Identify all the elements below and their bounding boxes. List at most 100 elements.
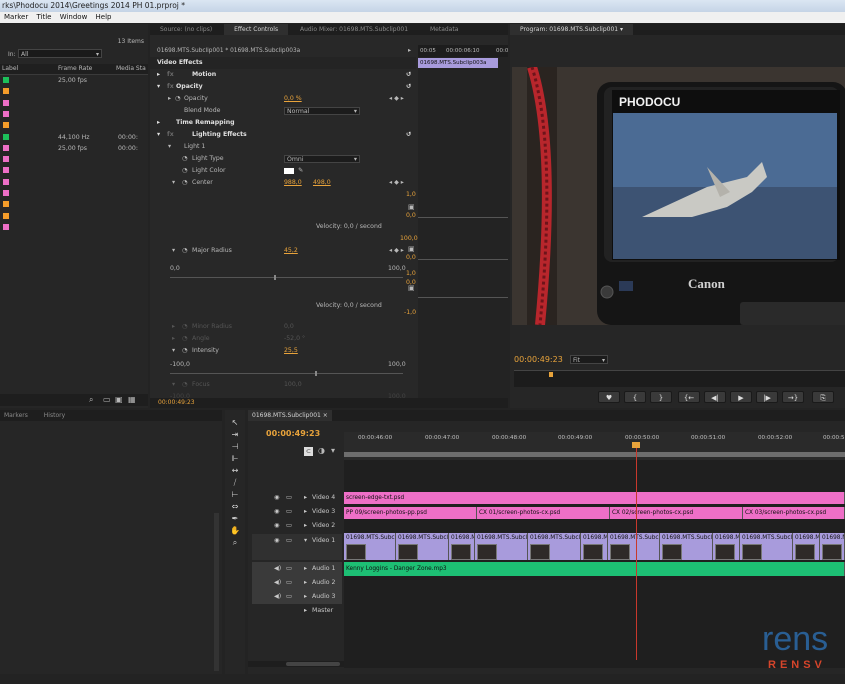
- new-item-icon[interactable]: ▣: [115, 395, 123, 404]
- track-header[interactable]: ◀) ▭ ▸ Audio 2: [252, 576, 342, 590]
- lock-icon[interactable]: ▭: [286, 534, 292, 548]
- tab-markers[interactable]: Markers: [0, 410, 32, 421]
- expand-track-icon[interactable]: ▾: [304, 534, 307, 548]
- project-row[interactable]: [0, 154, 148, 165]
- expand-track-icon[interactable]: ▸: [304, 519, 307, 533]
- opacity-header[interactable]: Opacity: [176, 81, 203, 93]
- v1-clip[interactable]: 01698.M: [793, 533, 820, 560]
- focus-value[interactable]: 100,0: [284, 379, 302, 391]
- fx-icon[interactable]: fx: [167, 129, 174, 141]
- v1-clip[interactable]: 01698.M: [713, 533, 740, 560]
- close-icon[interactable]: ×: [323, 412, 328, 419]
- expand-track-icon[interactable]: ▸: [304, 590, 307, 604]
- rolling-edit-tool-icon[interactable]: ⊩: [229, 454, 241, 464]
- in-dropdown[interactable]: All ▾: [18, 49, 102, 58]
- slip-tool-icon[interactable]: ⊢: [229, 490, 241, 500]
- v1-clip[interactable]: 01698.MTS.Subcl: [740, 533, 793, 560]
- menu-window[interactable]: Window: [60, 12, 88, 23]
- lock-icon[interactable]: ▭: [286, 562, 292, 576]
- stopwatch-icon[interactable]: ◔: [182, 165, 187, 177]
- fit-dropdown[interactable]: Fit ▾: [570, 355, 608, 364]
- project-row[interactable]: [0, 188, 148, 199]
- reset-icon[interactable]: ↺: [406, 69, 411, 81]
- v1-clip[interactable]: 01698.M: [581, 533, 608, 560]
- track-header[interactable]: ◉ ▭ ▸ Video 3: [252, 505, 342, 519]
- speaker-icon[interactable]: ◀): [274, 576, 281, 590]
- track-select-tool-icon[interactable]: ⇥: [229, 430, 241, 440]
- track-header[interactable]: ◉ ▭ ▸ Video 2: [252, 519, 342, 533]
- project-row[interactable]: 25,00 fps 00:00:: [0, 143, 148, 154]
- track-header[interactable]: ◉ ▭ ▸ Video 4: [252, 491, 342, 505]
- menu-help[interactable]: Help: [96, 12, 112, 23]
- triangle-icon[interactable]: ▸: [168, 93, 171, 105]
- tab-program[interactable]: Program: 01698.MTS.Subclip001 ▾: [510, 24, 634, 35]
- lock-icon[interactable]: ▭: [286, 576, 292, 590]
- lock-icon[interactable]: ▭: [286, 505, 292, 519]
- v1-clip[interactable]: 01698.MTS.Subcl: [528, 533, 581, 560]
- motion-label[interactable]: Motion: [192, 69, 216, 81]
- project-row[interactable]: [0, 177, 148, 188]
- project-row[interactable]: [0, 211, 148, 222]
- stopwatch-icon[interactable]: ◔: [182, 379, 187, 391]
- project-row[interactable]: 44,100 Hz 00:00:: [0, 132, 148, 143]
- reset-icon[interactable]: ↺: [406, 81, 411, 93]
- stopwatch-icon[interactable]: ◔: [182, 321, 187, 333]
- v3-clip[interactable]: CX 01/screen-photos-cx.psd: [477, 507, 610, 519]
- triangle-icon[interactable]: ▸: [172, 333, 175, 345]
- color-swatch[interactable]: [284, 168, 294, 174]
- column-media-start[interactable]: Media Sta: [116, 64, 146, 74]
- tab-sequence[interactable]: 01698.MTS.Subclip001 ×: [248, 410, 332, 421]
- search-icon[interactable]: ⌕: [89, 395, 93, 405]
- program-timecode[interactable]: 00:00:49:23: [514, 355, 563, 364]
- light-type-select[interactable]: Omni ▾: [284, 155, 360, 163]
- keyframe-nav-icon[interactable]: ◂ ◆ ▸: [389, 245, 404, 257]
- lighting-effects-header[interactable]: Lighting Effects: [192, 129, 247, 141]
- angle-value[interactable]: -52,0 °: [284, 333, 305, 345]
- expand-track-icon[interactable]: ▸: [304, 576, 307, 590]
- project-row[interactable]: [0, 86, 148, 97]
- project-row[interactable]: [0, 199, 148, 210]
- keyframe-nav-icon[interactable]: ◂ ◆ ▸: [389, 177, 404, 189]
- v3-clip[interactable]: CX 03/screen-photos-cx.psd: [743, 507, 845, 519]
- rate-stretch-tool-icon[interactable]: ↔: [229, 466, 241, 476]
- project-row[interactable]: 25,00 fps: [0, 75, 148, 86]
- playhead-handle[interactable]: [632, 442, 640, 448]
- razor-tool-icon[interactable]: ⧸: [229, 478, 241, 488]
- triangle-icon[interactable]: ▸: [157, 69, 160, 81]
- folder-icon[interactable]: ▭: [103, 395, 111, 404]
- triangle-icon[interactable]: ▾: [172, 245, 175, 257]
- stopwatch-icon[interactable]: ◔: [182, 245, 187, 257]
- pen-tool-icon[interactable]: ✒: [229, 514, 241, 524]
- menu-title[interactable]: Title: [36, 12, 51, 23]
- go-to-in-button[interactable]: {←: [678, 391, 700, 403]
- eye-icon[interactable]: ◉: [274, 491, 279, 505]
- timeline-h-scroll[interactable]: [286, 662, 340, 666]
- timeline-timecode[interactable]: 00:00:49:23: [266, 429, 320, 438]
- trash-icon[interactable]: ▦: [128, 395, 136, 404]
- menu-marker[interactable]: Marker: [4, 12, 28, 23]
- v1-clip[interactable]: 01698.M: [449, 533, 475, 560]
- v3-clip[interactable]: CX 02/screen-photos-cx.psd: [610, 507, 743, 519]
- triangle-icon[interactable]: ▾: [172, 177, 175, 189]
- step-forward-button[interactable]: |▶: [756, 391, 778, 403]
- hand-tool-icon[interactable]: ✋: [229, 526, 241, 536]
- export-frame-button[interactable]: ⎘: [812, 391, 834, 403]
- stopwatch-icon[interactable]: ◔: [182, 333, 187, 345]
- go-to-out-button[interactable]: →}: [782, 391, 804, 403]
- tab-audio-mixer[interactable]: Audio Mixer: 01698.MTS.Subclip001: [290, 24, 418, 35]
- center-x-value[interactable]: 988,0: [284, 177, 302, 189]
- fx-icon[interactable]: fx: [167, 81, 174, 93]
- effect-footer-timecode[interactable]: 00:00:49:23: [158, 398, 195, 408]
- stopwatch-icon[interactable]: ◔: [175, 93, 180, 105]
- tab-history[interactable]: History: [34, 410, 75, 421]
- zoom-tool-icon[interactable]: ⌕: [229, 538, 241, 548]
- a1-clip[interactable]: Kenny Loggins - Danger Zone.mp3: [344, 562, 845, 576]
- play-button[interactable]: ▶: [730, 391, 752, 403]
- time-remap-header[interactable]: Time Remapping: [176, 117, 235, 129]
- selection-tool-icon[interactable]: ↖: [229, 418, 241, 428]
- work-area-bar[interactable]: [344, 452, 845, 457]
- expand-track-icon[interactable]: ▸: [304, 491, 307, 505]
- blend-mode-select[interactable]: Normal ▾: [284, 107, 360, 115]
- markers-scrollbar[interactable]: [214, 513, 219, 671]
- v1-clip[interactable]: 01698.MTS.Subcl: [660, 533, 713, 560]
